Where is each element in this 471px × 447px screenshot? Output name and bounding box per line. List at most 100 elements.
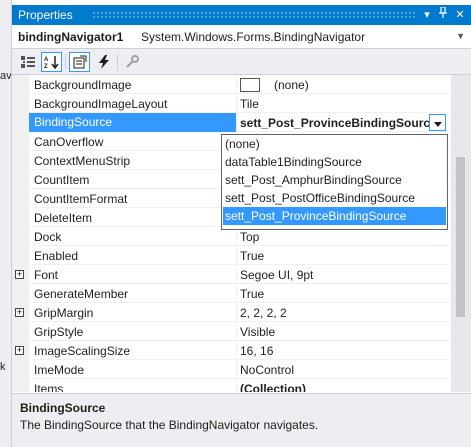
property-row-gripmargin[interactable]: + GripMargin 2, 2, 2, 2 (12, 303, 451, 322)
property-row-items[interactable]: Items (Collection) (12, 379, 451, 392)
property-name: GenerateMember (34, 287, 129, 301)
property-row-backgroundimage[interactable]: BackgroundImage (none) (12, 75, 451, 94)
property-name: GripStyle (34, 325, 84, 339)
description-text: The BindingSource that the BindingNaviga… (20, 418, 319, 432)
column-divider[interactable] (236, 322, 237, 341)
property-name: ContextMenuStrip (34, 154, 131, 168)
column-divider[interactable] (236, 379, 237, 392)
dropdown-option[interactable]: sett_Post_AmphurBindingSource (223, 171, 446, 189)
expand-plus-icon[interactable]: + (15, 346, 24, 355)
column-divider[interactable] (236, 360, 237, 379)
property-grid: BackgroundImage (none) BackgroundImageLa… (12, 75, 451, 392)
events-button[interactable] (93, 52, 114, 72)
property-value[interactable]: Top (240, 230, 259, 244)
property-value[interactable]: (Collection) (240, 382, 306, 392)
property-name: Enabled (34, 249, 79, 263)
property-pages-button[interactable] (121, 52, 142, 72)
dropdown-button[interactable] (429, 114, 446, 131)
scrollbar-thumb[interactable] (456, 157, 465, 317)
row-gutter (12, 170, 29, 189)
expand-plus-icon[interactable]: + (15, 270, 24, 279)
property-row-enabled[interactable]: Enabled True (12, 246, 451, 265)
events-icon (98, 55, 109, 69)
properties-button[interactable] (69, 52, 90, 72)
properties-icon (73, 55, 87, 69)
description-title: BindingSource (20, 401, 106, 415)
row-gutter (12, 151, 29, 170)
property-name: CanOverflow (34, 135, 104, 149)
column-divider[interactable] (236, 246, 237, 265)
property-pages-icon (125, 55, 139, 69)
property-name: Dock (34, 230, 62, 244)
property-name: ImageScalingSize (34, 344, 131, 358)
column-divider[interactable] (236, 113, 237, 132)
property-name: Items (34, 382, 64, 392)
row-gutter (12, 208, 29, 227)
dropdown-option[interactable]: sett_Post_PostOfficeBindingSource (223, 189, 446, 207)
row-gutter (12, 360, 29, 379)
toolbar-separator (117, 54, 118, 70)
vertical-scrollbar[interactable] (451, 75, 471, 392)
property-value[interactable]: Visible (240, 325, 275, 339)
column-divider[interactable] (236, 265, 237, 284)
pin-icon[interactable] (435, 6, 451, 23)
property-row-imagescalingsize[interactable]: + ImageScalingSize 16, 16 (12, 341, 451, 360)
property-row-generatemember[interactable]: GenerateMember True (12, 284, 451, 303)
drag-grip[interactable] (92, 11, 415, 19)
property-value[interactable]: 2, 2, 2, 2 (240, 306, 287, 320)
row-gutter: + (12, 265, 29, 284)
object-selector[interactable]: bindingNavigator1 System.Windows.Forms.B… (12, 25, 471, 49)
toolbar-separator (65, 54, 66, 70)
property-value-combo[interactable]: sett_Post_ProvinceBindingSource (240, 116, 437, 130)
property-row-bindingsource[interactable]: BindingSource sett_Post_ProvinceBindingS… (12, 113, 451, 132)
property-name: Font (34, 268, 59, 282)
window-position-dropdown-icon[interactable]: ▾ (419, 7, 435, 23)
property-row-gripstyle[interactable]: GripStyle Visible (12, 322, 451, 341)
description-pane: BindingSource The BindingSource that the… (12, 393, 471, 447)
window-title: Properties (18, 8, 73, 22)
property-row-imemode[interactable]: ImeMode NoControl (12, 360, 451, 379)
row-gutter (12, 189, 29, 208)
svg-text:Z: Z (44, 64, 48, 69)
property-name: BackgroundImageLayout (34, 97, 168, 111)
properties-title-bar[interactable]: Properties ▾ ✕ (12, 5, 471, 25)
property-name: BindingSource (29, 113, 236, 132)
dropdown-option-selected[interactable]: sett_Post_ProvinceBindingSource (223, 207, 446, 225)
column-divider[interactable] (236, 94, 237, 113)
row-gutter (12, 113, 29, 132)
property-name: CountItemFormat (34, 192, 128, 206)
chevron-down-icon[interactable]: ▼ (456, 31, 465, 41)
row-gutter (12, 227, 29, 246)
close-icon[interactable]: ✕ (452, 7, 468, 23)
column-divider[interactable] (236, 75, 237, 94)
property-name: CountItem (34, 173, 90, 187)
column-divider[interactable] (236, 303, 237, 322)
property-name: DeleteItem (34, 211, 93, 225)
property-row-font[interactable]: + Font Segoe UI, 9pt (12, 265, 451, 284)
property-name: BackgroundImage (34, 78, 132, 92)
property-value[interactable]: 16, 16 (240, 344, 273, 358)
column-divider[interactable] (236, 284, 237, 303)
property-value[interactable]: True (240, 249, 264, 263)
property-value[interactable]: Tile (240, 97, 259, 111)
property-value[interactable]: NoControl (240, 363, 294, 377)
alphabetical-button[interactable]: A Z (41, 52, 62, 72)
property-name: GripMargin (34, 306, 94, 320)
binding-source-dropdown-list: (none) dataTable1BindingSource sett_Post… (221, 134, 448, 230)
property-row-backgroundimagelayout[interactable]: BackgroundImageLayout Tile (12, 94, 451, 113)
row-gutter (12, 132, 29, 151)
column-divider[interactable] (236, 341, 237, 360)
row-gutter (12, 94, 29, 113)
row-gutter (12, 322, 29, 341)
object-type: System.Windows.Forms.BindingNavigator (141, 30, 366, 44)
dropdown-option[interactable]: (none) (223, 135, 446, 153)
dropdown-option[interactable]: dataTable1BindingSource (223, 153, 446, 171)
property-name: ImeMode (34, 363, 85, 377)
property-value[interactable]: True (240, 287, 264, 301)
expand-plus-icon[interactable]: + (15, 308, 24, 317)
property-value[interactable]: Segoe UI, 9pt (240, 268, 313, 282)
categorized-button[interactable] (17, 52, 38, 72)
categorized-icon (20, 56, 35, 68)
property-value[interactable]: (none) (240, 77, 309, 92)
editor-edge-strip: av k (0, 0, 12, 447)
